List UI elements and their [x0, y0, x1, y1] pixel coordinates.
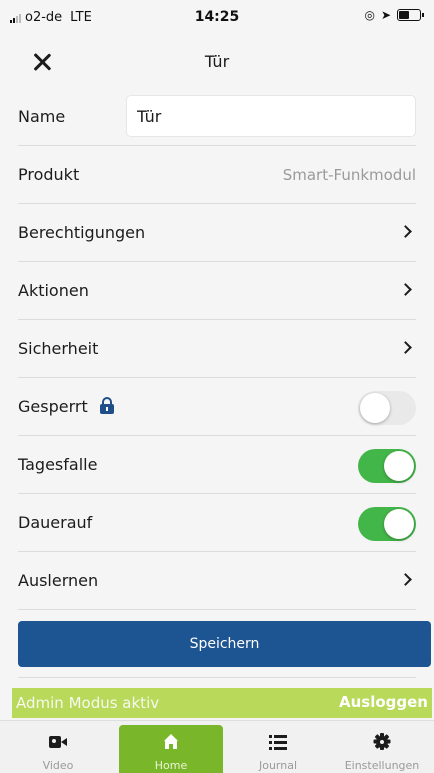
- divider: [18, 677, 416, 678]
- chevron-right-icon: [399, 341, 412, 354]
- actions-label: Aktionen: [18, 281, 89, 300]
- unlearn-label: Auslernen: [18, 571, 99, 590]
- tab-settings[interactable]: Einstellungen: [330, 721, 434, 773]
- battery-nub: [422, 13, 424, 17]
- day-latch-toggle[interactable]: [358, 449, 416, 483]
- admin-banner: Admin Modus aktiv Ausloggen: [12, 688, 432, 718]
- battery-icon: [397, 9, 421, 21]
- tab-label: Home: [154, 759, 188, 772]
- row-day-latch: Tagesfalle: [18, 436, 416, 494]
- row-permissions[interactable]: Berechtigungen: [18, 204, 416, 262]
- status-bar: o2-de LTE 14:25 ◎ ➤: [0, 0, 434, 36]
- lock-rotation-icon: ◎: [364, 8, 375, 22]
- chevron-right-icon: [399, 573, 412, 586]
- row-actions[interactable]: Aktionen: [18, 262, 416, 320]
- row-name: Name: [18, 88, 416, 146]
- name-input[interactable]: [126, 95, 416, 137]
- tab-home[interactable]: Home: [119, 725, 223, 773]
- list-icon: [268, 733, 288, 751]
- security-label: Sicherheit: [18, 339, 99, 358]
- locked-label: Gesperrt: [18, 397, 88, 416]
- row-permanent-open: Dauerauf: [18, 494, 416, 552]
- name-label: Name: [18, 107, 66, 126]
- tab-video[interactable]: Video: [6, 721, 110, 773]
- tab-bar: Video Home Journal Einstellungen: [0, 720, 434, 773]
- gear-icon: [372, 733, 392, 751]
- tab-label: Einstellungen: [344, 759, 420, 772]
- save-button[interactable]: Speichern: [18, 621, 431, 667]
- status-right: ◎ ➤: [364, 8, 424, 22]
- logout-button[interactable]: Ausloggen: [339, 693, 428, 711]
- permanent-open-label: Dauerauf: [18, 513, 93, 532]
- tab-label: Video: [42, 759, 74, 772]
- locked-toggle[interactable]: [358, 391, 416, 425]
- tab-label: Journal: [258, 759, 298, 772]
- row-product: Produkt Smart-Funkmodul: [18, 146, 416, 204]
- product-value: Smart-Funkmodul: [282, 165, 416, 184]
- row-locked: Gesperrt: [18, 378, 416, 436]
- chevron-right-icon: [399, 283, 412, 296]
- product-label: Produkt: [18, 165, 80, 184]
- day-latch-label: Tagesfalle: [18, 455, 98, 474]
- chevron-right-icon: [399, 225, 412, 238]
- tab-journal[interactable]: Journal: [226, 721, 330, 773]
- page-title: Tür: [204, 52, 230, 71]
- nav-bar: Tür: [0, 36, 434, 88]
- location-icon: ➤: [380, 8, 391, 22]
- row-security[interactable]: Sicherheit: [18, 320, 416, 378]
- lock-icon: [99, 397, 114, 414]
- admin-mode-text: Admin Modus aktiv: [16, 694, 160, 712]
- permissions-label: Berechtigungen: [18, 223, 146, 242]
- permanent-open-toggle[interactable]: [358, 507, 416, 541]
- home-icon: [161, 733, 181, 751]
- video-icon: [48, 733, 68, 751]
- row-unlearn[interactable]: Auslernen: [18, 552, 416, 610]
